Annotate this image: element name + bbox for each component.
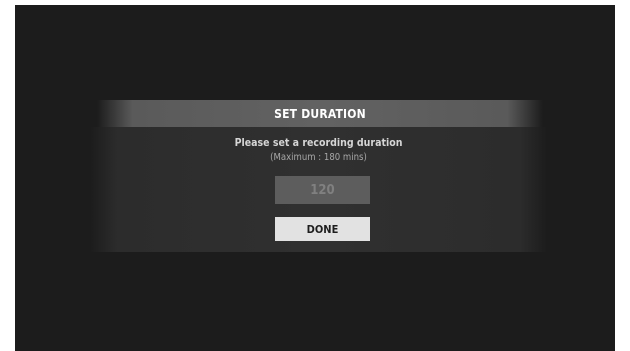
tv-screen: SET DURATION Please set a recording dura… [15,5,615,351]
done-button[interactable]: DONE [275,217,370,241]
dialog-header: SET DURATION [97,100,543,127]
duration-prompt: Please set a recording duration [234,137,403,149]
set-duration-dialog: SET DURATION Please set a recording dura… [90,100,547,252]
duration-input[interactable]: 120 [275,176,370,204]
maximum-duration-hint: (Maximum : 180 mins) [270,152,367,163]
dialog-body: Please set a recording duration (Maximum… [90,127,547,252]
dialog-title: SET DURATION [274,106,366,121]
